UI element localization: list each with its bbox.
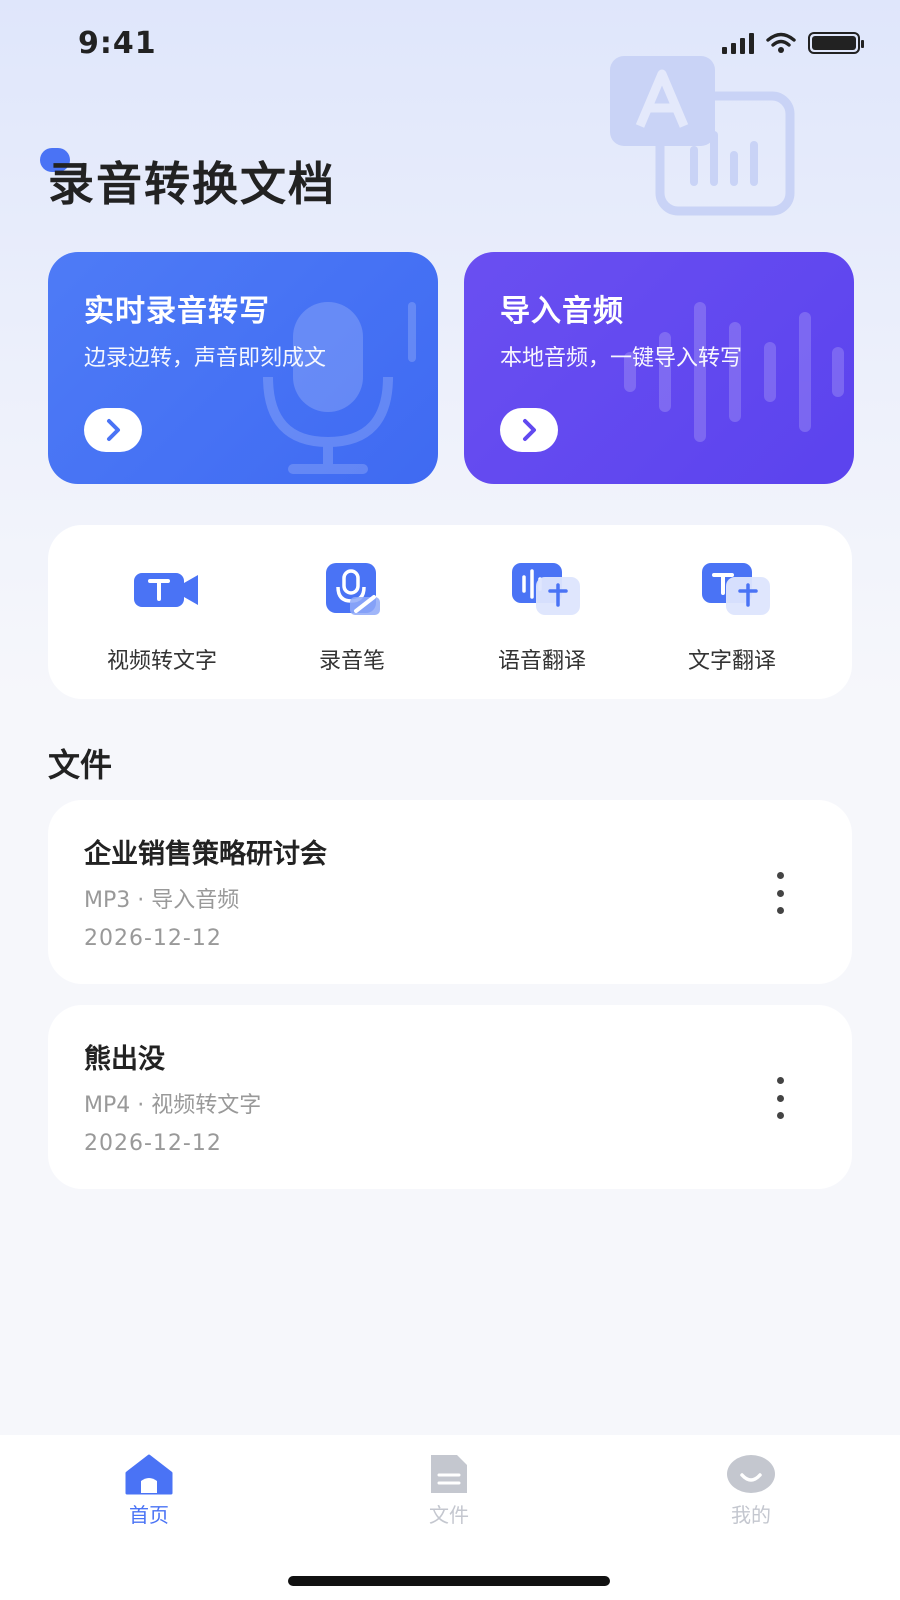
tool-label: 文字翻译 (687, 649, 776, 674)
tool-label: 录音笔 (318, 649, 385, 674)
soundwave-decoration-icon (624, 302, 844, 442)
file-name: 企业销售策略研讨会 (84, 839, 327, 870)
card-title: 实时录音转写 (84, 294, 270, 329)
file-meta: MP4 · 视频转文字 (84, 1093, 262, 1118)
file-name: 熊出没 (84, 1044, 165, 1075)
tab-profile[interactable]: 我的 (691, 1453, 811, 1528)
tool-text-translate[interactable]: 文字翻译 (642, 561, 822, 675)
status-time: 9:41 (78, 26, 157, 61)
card-subtitle: 边录边转，声音即刻成文 (84, 346, 327, 371)
translate-decoration-icon (610, 56, 795, 216)
tool-label: 视频转文字 (106, 649, 217, 674)
file-item[interactable]: 企业销售策略研讨会 MP3 · 导入音频 2026-12-12 (48, 800, 852, 984)
voice-translate-icon (510, 561, 580, 617)
more-options-icon[interactable] (770, 1077, 790, 1119)
realtime-transcribe-go-button[interactable] (84, 408, 142, 452)
file-date: 2026-12-12 (84, 1131, 222, 1156)
status-icons (722, 32, 864, 54)
files-section-title: 文件 (48, 746, 113, 784)
tab-label: 我的 (731, 1503, 771, 1527)
more-options-icon[interactable] (770, 872, 790, 914)
home-icon (124, 1453, 174, 1495)
tab-label: 首页 (129, 1503, 169, 1527)
text-translate-icon (700, 561, 770, 617)
document-icon (424, 1453, 474, 1495)
file-date: 2026-12-12 (84, 926, 222, 951)
video-text-icon (130, 561, 198, 617)
chevron-right-icon (523, 419, 536, 441)
card-subtitle: 本地音频，一键导入转写 (500, 346, 743, 371)
file-meta: MP3 · 导入音频 (84, 888, 240, 913)
chevron-right-icon (107, 419, 120, 441)
tools-panel: 视频转文字 录音笔 语音翻译 文字翻译 (48, 525, 852, 699)
card-title: 导入音频 (500, 294, 624, 329)
wifi-icon (766, 32, 796, 53)
tab-files[interactable]: 文件 (389, 1453, 509, 1528)
tab-home[interactable]: 首页 (89, 1453, 209, 1528)
realtime-transcribe-card[interactable]: 实时录音转写 边录边转，声音即刻成文 (48, 252, 438, 484)
page-title: 录音转换文档 (48, 157, 336, 211)
recorder-pen-icon (320, 561, 384, 617)
tool-voice-translate[interactable]: 语音翻译 (452, 561, 632, 675)
import-audio-go-button[interactable] (500, 408, 558, 452)
import-audio-card[interactable]: 导入音频 本地音频，一键导入转写 (464, 252, 854, 484)
tab-label: 文件 (429, 1503, 469, 1527)
cellular-signal-icon (722, 32, 754, 54)
file-item[interactable]: 熊出没 MP4 · 视频转文字 2026-12-12 (48, 1005, 852, 1189)
home-indicator (288, 1576, 610, 1586)
battery-icon (808, 32, 864, 54)
profile-icon (726, 1453, 776, 1495)
tool-recorder-pen[interactable]: 录音笔 (262, 561, 442, 675)
tool-video-to-text[interactable]: 视频转文字 (72, 561, 252, 675)
tool-label: 语音翻译 (497, 649, 586, 674)
